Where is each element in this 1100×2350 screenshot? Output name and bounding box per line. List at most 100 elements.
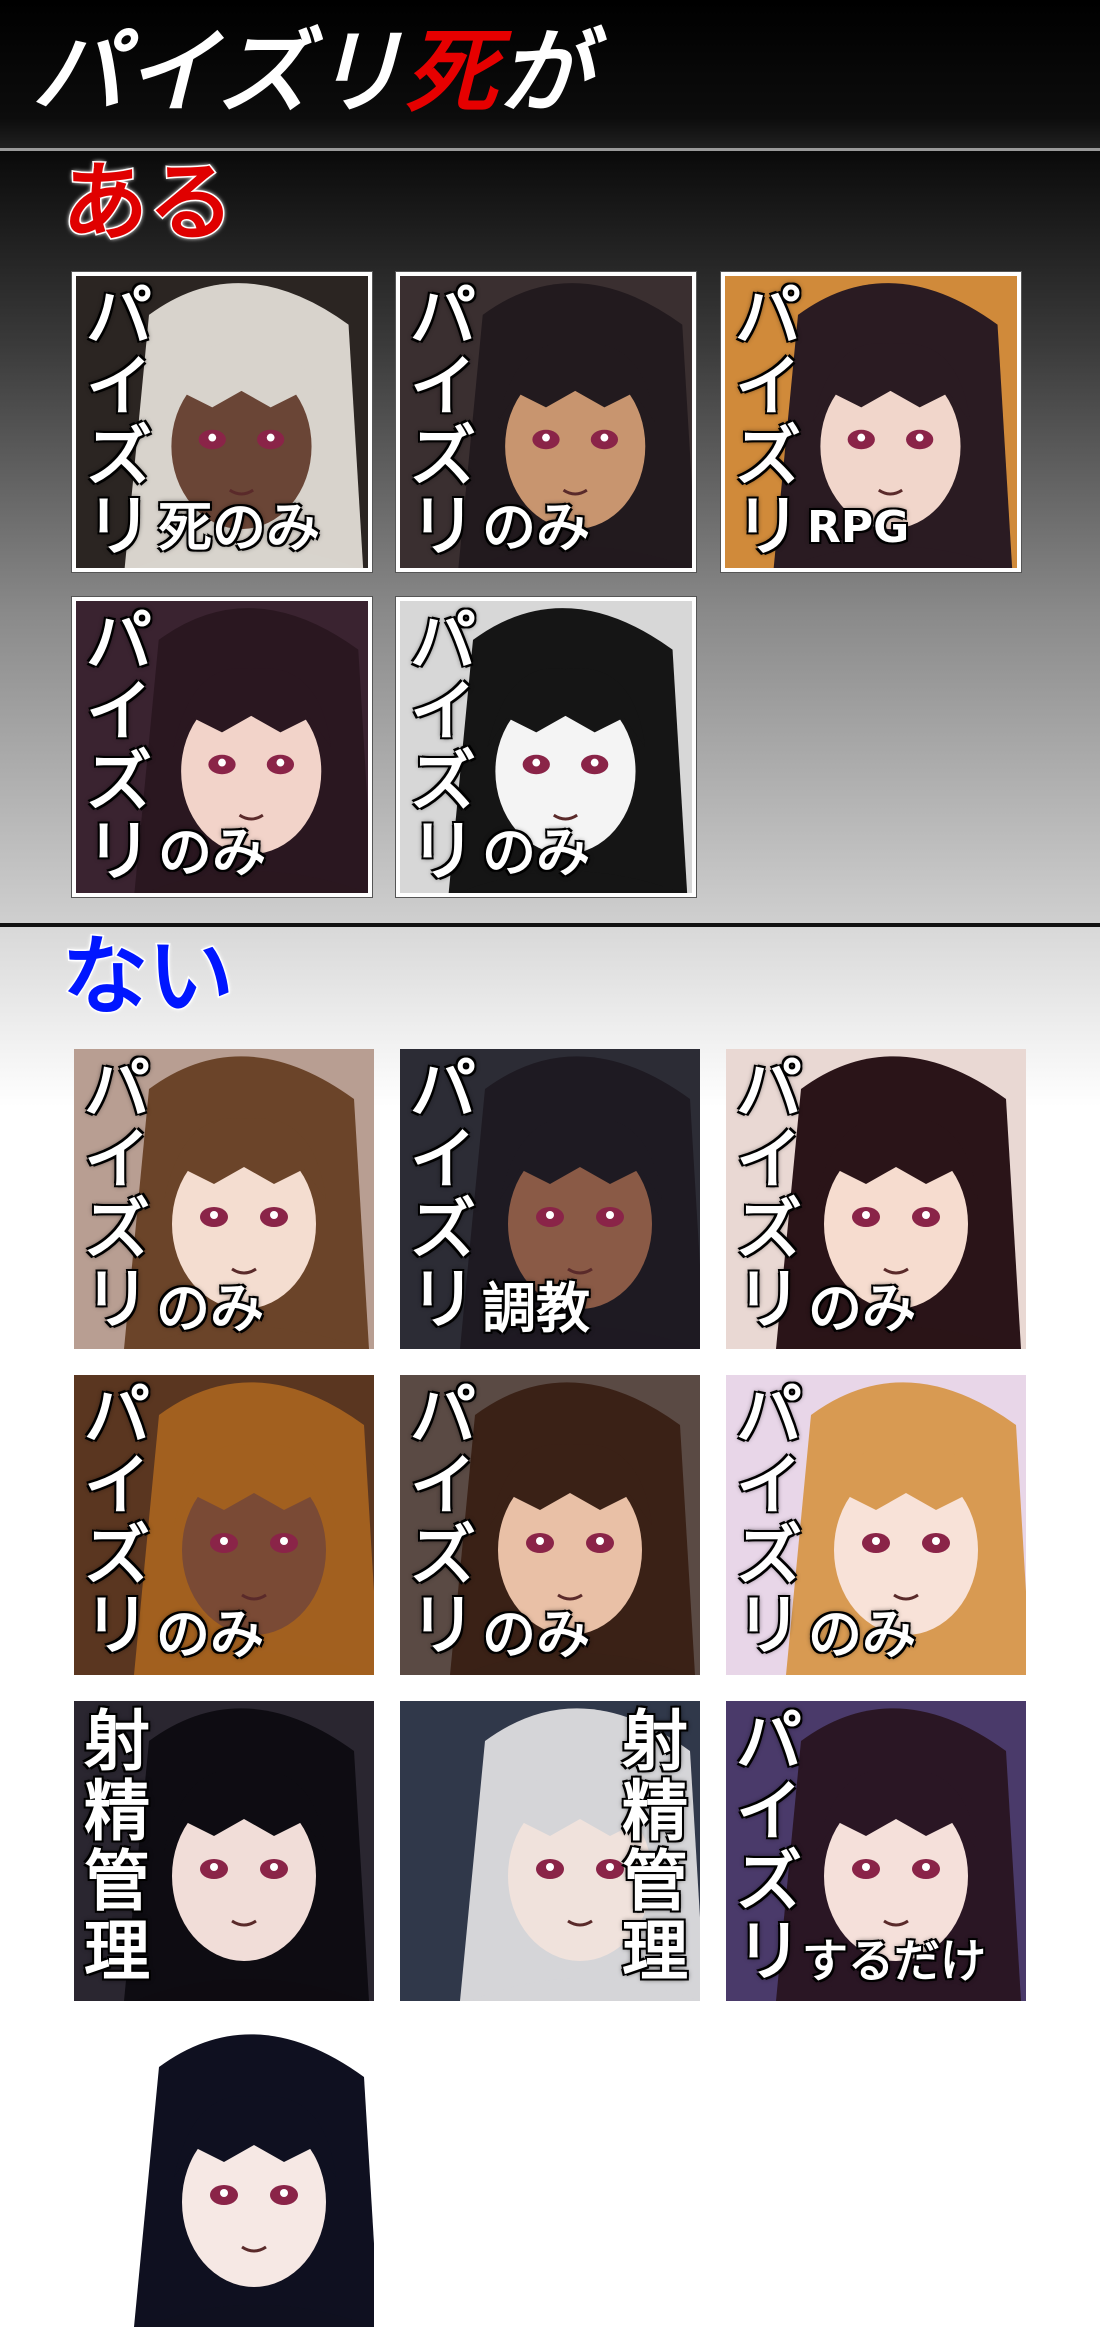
portrait-illustration [74, 2027, 374, 2327]
caption-char: イ [86, 673, 152, 750]
caption-char: ズ [84, 1517, 150, 1594]
caption-char: イ [736, 1447, 802, 1524]
game-thumbnail[interactable]: パイズリ死のみ [72, 272, 372, 572]
caption-char: パ [410, 603, 476, 680]
caption-char: イ [410, 348, 476, 425]
title-part-1: パイズリ [32, 19, 406, 126]
caption-char: 管 [84, 1843, 150, 1920]
thumbnail-caption-suffix: のみ [482, 496, 590, 559]
thumbnail-vertical-caption: パイズリ [86, 282, 152, 562]
caption-char: ズ [410, 418, 476, 495]
caption-char: リ [410, 1261, 476, 1338]
thumbnail-vertical-caption: パイズリ [735, 282, 801, 562]
game-thumbnail[interactable]: パイズリのみ [726, 1375, 1026, 1675]
thumbnail-caption-suffix: のみ [482, 821, 590, 884]
caption-char: パ [410, 1377, 476, 1454]
caption-char: パ [736, 1703, 802, 1780]
title-part-3: が [499, 19, 594, 126]
caption-char: ズ [735, 418, 801, 495]
caption-char: ズ [736, 1843, 802, 1920]
caption-char: パ [84, 1377, 150, 1454]
caption-char: リ [410, 488, 476, 565]
game-thumbnail[interactable]: 射精管理 [74, 1701, 374, 2001]
caption-char: イ [735, 348, 801, 425]
game-thumbnail[interactable]: パイズリのみ [726, 1049, 1026, 1349]
game-thumbnail[interactable]: パイズリ調教 [400, 1049, 700, 1349]
thumbnail-vertical-caption: パイズリ [410, 1055, 476, 1335]
caption-char: 精 [84, 1773, 150, 1850]
caption-char: パ [736, 1051, 802, 1128]
caption-char: パ [86, 603, 152, 680]
thumbnail-vertical-caption: パイズリ [736, 1381, 802, 1661]
caption-char: ズ [410, 1517, 476, 1594]
game-thumbnail[interactable]: パイズリするだけ [726, 1701, 1026, 2001]
page: パイズリ死が ある ない パイズリ死のみパイズリのみパイズリ RPG パイズリのみパ… [0, 0, 1100, 2350]
caption-char: ズ [736, 1517, 802, 1594]
header-banner: パイズリ死が [0, 0, 1100, 151]
caption-char: イ [736, 1121, 802, 1198]
game-thumbnail[interactable]: パイズリのみ [72, 597, 372, 897]
thumbnail-caption-suffix: RPG [807, 502, 910, 553]
thumbnail-caption-suffix: のみ [808, 1603, 916, 1666]
game-thumbnail[interactable]: 射精管理 [400, 1701, 700, 2001]
caption-char: リ [736, 1913, 802, 1990]
thumbnail-vertical-caption: 射精管理 [84, 1707, 150, 1987]
thumbnail-vertical-caption: パイズリ [84, 1055, 150, 1335]
caption-char: イ [410, 673, 476, 750]
caption-char: 射 [622, 1703, 688, 1780]
caption-char: ズ [86, 743, 152, 820]
section-heading-aru: ある [61, 152, 236, 255]
thumbnail-caption-suffix: のみ [158, 821, 266, 884]
caption-char: イ [84, 1121, 150, 1198]
thumbnail-caption-suffix: のみ [482, 1603, 590, 1666]
caption-char: イ [736, 1773, 802, 1850]
game-thumbnail[interactable]: パイズリのみ [74, 1375, 374, 1675]
caption-char: ズ [84, 1191, 150, 1268]
caption-char: パ [736, 1377, 802, 1454]
caption-char: ズ [410, 743, 476, 820]
caption-char: リ [735, 488, 801, 565]
caption-char: リ [84, 1587, 150, 1664]
thumbnail-vertical-caption: パイズリ [410, 282, 476, 562]
thumbnail-caption-suffix: 調教 [482, 1277, 590, 1340]
thumbnail-vertical-caption: パイズリ [736, 1055, 802, 1335]
thumbnail-vertical-caption: パイズリ [410, 607, 476, 887]
caption-char: イ [410, 1447, 476, 1524]
caption-char: パ [86, 278, 152, 355]
game-thumbnail[interactable] [74, 2027, 374, 2327]
thumbnail-vertical-caption: パイズリ [84, 1381, 150, 1661]
game-thumbnail[interactable]: パイズリのみ [396, 272, 696, 572]
game-thumbnail[interactable]: パイズリのみ [400, 1375, 700, 1675]
thumbnail-caption-suffix: のみ [156, 1277, 264, 1340]
thumbnail-vertical-caption: 射精管理 [622, 1707, 688, 1987]
caption-char: イ [410, 1121, 476, 1198]
caption-char: リ [84, 1261, 150, 1338]
caption-char: 精 [622, 1773, 688, 1850]
thumbnail-vertical-caption: パイズリ [86, 607, 152, 887]
thumbnail-vertical-caption: パイズリ [410, 1381, 476, 1661]
caption-char: パ [735, 278, 801, 355]
caption-char: リ [410, 1587, 476, 1664]
caption-char: パ [84, 1051, 150, 1128]
thumbnail-caption-suffix: のみ [808, 1277, 916, 1340]
caption-char: ズ [86, 418, 152, 495]
caption-char: 理 [84, 1913, 150, 1990]
thumbnail-caption-suffix: のみ [156, 1603, 264, 1666]
caption-char: パ [410, 1051, 476, 1128]
caption-char: ズ [736, 1191, 802, 1268]
game-thumbnail[interactable]: パイズリのみ [74, 1049, 374, 1349]
caption-char: 射 [84, 1703, 150, 1780]
title-part-2: 死 [405, 19, 500, 126]
caption-char: 管 [622, 1843, 688, 1920]
thumbnail-caption-suffix: するだけ [802, 1934, 986, 1988]
caption-char: パ [410, 278, 476, 355]
caption-char: リ [410, 813, 476, 890]
caption-char: イ [84, 1447, 150, 1524]
game-thumbnail[interactable]: パイズリのみ [396, 597, 696, 897]
game-thumbnail[interactable]: パイズリ RPG [721, 272, 1021, 572]
section-heading-nai: ない [61, 926, 236, 1029]
caption-char: リ [86, 813, 152, 890]
caption-char: 理 [622, 1913, 688, 1990]
caption-char: リ [736, 1261, 802, 1338]
caption-char: リ [86, 488, 152, 565]
